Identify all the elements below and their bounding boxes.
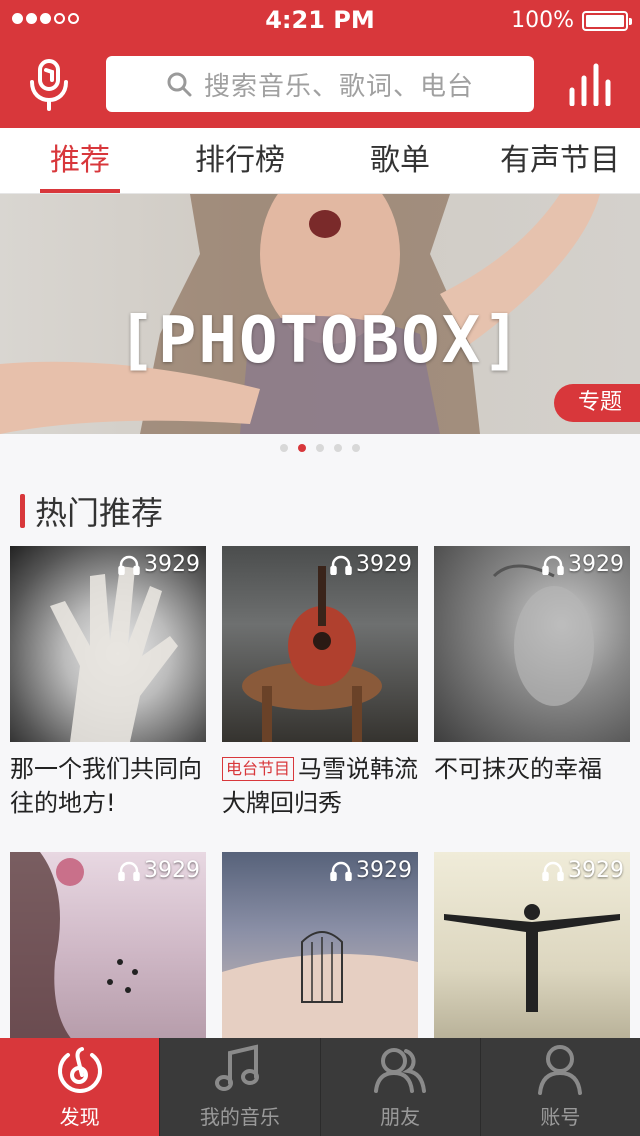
playlist-card[interactable]: 3929 [10,852,206,1048]
tab-charts[interactable]: 排行榜 [160,128,320,193]
playlist-cover[interactable]: 3929 [434,546,630,742]
nav-label: 朋友 [380,1105,421,1129]
radio-program-tag: 电台节目 [222,757,295,781]
battery-percent: 100% [511,8,574,33]
playlist-title[interactable]: 电台节目 马雪说韩流大牌回归秀 [222,752,418,820]
playlist-card[interactable]: 3929 [222,852,418,1048]
section-accent-bar [20,494,25,528]
nav-label: 账号 [540,1105,581,1129]
play-count: 3929 [118,858,200,883]
playlist-cover[interactable]: 3929 [222,546,418,742]
banner-title: [PHOTOBOX] [117,304,523,378]
headphones-icon [542,555,564,575]
playlist-cover[interactable]: 3929 [222,852,418,1048]
equalizer-icon[interactable] [568,62,616,107]
nav-label: 发现 [59,1105,100,1129]
playlist-cover[interactable]: 3929 [10,546,206,742]
playlist-title[interactable]: 不可抹灭的幸福 [434,752,630,786]
headphones-icon [542,861,564,881]
music-note-circle-icon [57,1047,102,1093]
playlist-card[interactable]: 3929 电台节目 马雪说韩流大牌回归秀 [222,546,418,820]
playlist-cover[interactable]: 3929 [10,852,206,1048]
headphones-icon [330,555,352,575]
top-tabs: 推荐 排行榜 歌单 有声节目 [0,128,640,194]
bottom-nav: 发现 我的音乐 朋友 账号 [0,1038,640,1136]
account-icon [538,1045,583,1095]
search-input[interactable]: 搜索音乐、歌词、电台 [106,56,534,112]
search-icon [167,72,192,97]
play-count-value: 3929 [356,858,412,883]
nav-my-music[interactable]: 我的音乐 [159,1038,320,1136]
friends-icon [374,1048,427,1093]
playlist-card[interactable]: 3929 那一个我们共同向往的地方! [10,546,206,820]
battery-icon [582,10,632,31]
play-count: 3929 [542,552,624,577]
status-bar: 4:21 PM 100% [0,0,640,40]
play-count: 3929 [542,858,624,883]
playlist-title[interactable]: 那一个我们共同向往的地方! [10,752,206,820]
tab-audio-programs[interactable]: 有声节目 [480,128,640,193]
battery-status: 100% [511,8,632,33]
play-count: 3929 [118,552,200,577]
headphones-icon [118,861,140,881]
nav-discover[interactable]: 发现 [0,1038,160,1136]
nav-label: 我的音乐 [199,1105,280,1129]
section-header: 热门推荐 [20,488,163,534]
nav-account[interactable]: 账号 [479,1038,640,1136]
play-count-value: 3929 [144,552,200,577]
section-title: 热门推荐 [35,494,164,532]
play-count: 3929 [330,858,412,883]
play-count-value: 3929 [356,552,412,577]
banner-topic-badge[interactable]: 专题 [553,384,640,422]
microphone-icon[interactable] [26,58,74,112]
play-count: 3929 [330,552,412,577]
tab-recommend[interactable]: 推荐 [0,128,160,193]
banner-carousel[interactable]: [PHOTOBOX] 专题 [0,194,640,434]
carousel-indicator [0,444,640,452]
play-count-value: 3929 [568,552,624,577]
play-count-value: 3929 [568,858,624,883]
headphones-icon [330,861,352,881]
playlist-cover[interactable]: 3929 [434,852,630,1048]
headphones-icon [118,555,140,575]
search-placeholder: 搜索音乐、歌词、电台 [203,71,474,102]
play-count-value: 3929 [144,858,200,883]
playlist-card[interactable]: 3929 不可抹灭的幸福 [434,546,630,786]
nav-friends[interactable]: 朋友 [319,1038,480,1136]
tab-playlists[interactable]: 歌单 [320,128,480,193]
playlist-card[interactable]: 3929 [434,852,630,1048]
music-note-icon [214,1044,259,1091]
